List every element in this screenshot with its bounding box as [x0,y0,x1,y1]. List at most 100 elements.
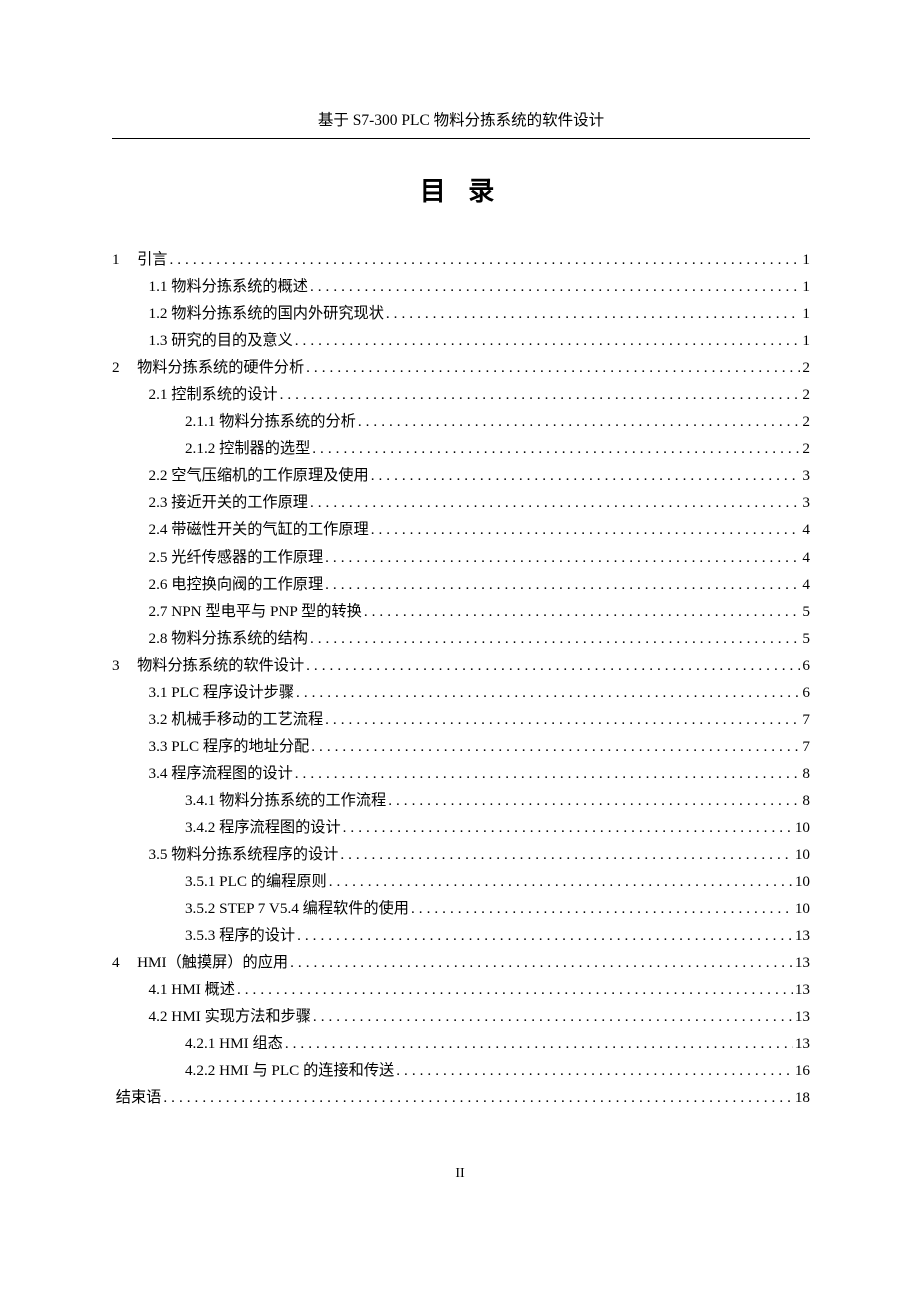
toc-entry-page: 7 [802,706,810,733]
toc-entry-page: 10 [795,895,810,922]
toc-leader-dots [325,571,800,598]
toc-entry-text: 物料分拣系统程序的设计 [171,841,338,868]
toc-entry: 2.7NPN 型电平与 PNP 型的转换5 [148,598,810,625]
table-of-contents: 1引言11.1物料分拣系统的概述11.2物料分拣系统的国内外研究现状11.3研究… [112,246,810,1112]
toc-entry-text: STEP 7 V5.4 编程软件的使用 [219,895,409,922]
toc-entry-page: 4 [802,516,810,543]
toc-leader-dots [310,625,800,652]
toc-entry: 3.5.3程序的设计 13 [185,922,810,949]
page-footer: II [0,1166,920,1182]
toc-leader-dots [358,408,801,435]
toc-entry-text: 物料分拣系统的国内外研究现状 [171,300,384,327]
toc-entry-page: 13 [795,922,810,949]
toc-entry-text: 物料分拣系统的结构 [171,625,308,652]
header-rule [112,138,810,139]
toc-entry-number: 4 [112,949,133,976]
toc-entry-number: 3.2 [148,706,167,733]
toc-title: 目 录 [112,171,810,208]
running-header: 基于 S7-300 PLC 物料分拣系统的软件设计 [112,108,810,138]
toc-entry-page: 6 [802,652,810,679]
toc-entry-number: 3.5.2 [185,895,215,922]
toc-entry: 4.2HMI 实现方法和步骤13 [148,1003,810,1030]
toc-entry: 3.3PLC 程序的地址分配7 [148,733,810,760]
toc-entry-number: 2.7 [148,598,167,625]
document-page: 基于 S7-300 PLC 物料分拣系统的软件设计 目 录 1引言11.1物料分… [0,0,920,1172]
toc-entry-text: 物料分拣系统的分析 [219,408,356,435]
toc-entry-text: 物料分拣系统的软件设计 [137,652,304,679]
toc-entry: 2.1.2控制器的选型2 [185,435,810,462]
toc-entry-number: 2.3 [148,489,167,516]
toc-entry-page: 2 [802,435,810,462]
toc-leader-dots [169,246,800,273]
toc-leader-dots [163,1084,792,1111]
toc-entry-text: 结束语 [116,1084,162,1111]
toc-entry-number: 3.5.3 [185,922,215,949]
toc-entry: 1.3研究的目的及意义1 [148,327,810,354]
toc-entry-page: 13 [795,1030,810,1057]
toc-entry-page: 10 [795,814,810,841]
toc-entry-page: 10 [795,868,810,895]
toc-entry-text: 引言 [137,246,167,273]
toc-entry-number: 3.4 [148,760,167,787]
toc-entry-number: 3.4.2 [185,814,215,841]
toc-entry-page: 4 [802,571,810,598]
toc-entry-text: 研究的目的及意义 [171,327,293,354]
toc-entry-text: 接近开关的工作原理 [171,489,308,516]
toc-entry-text: HMI（触摸屏）的应用 [137,949,288,976]
toc-entry-text: 物料分拣系统的硬件分析 [137,354,304,381]
toc-entry: 2.3接近开关的工作原理 3 [148,489,810,516]
toc-leader-dots [310,273,800,300]
toc-entry: 2.4带磁性开关的气缸的工作原理 4 [148,516,810,543]
toc-entry-page: 5 [802,598,810,625]
toc-entry-page: 8 [802,760,810,787]
toc-entry-page: 3 [802,489,810,516]
toc-leader-dots [290,949,793,976]
toc-entry-text: PLC 程序的地址分配 [171,733,309,760]
toc-entry-text: 带磁性开关的气缸的工作原理 [171,516,368,543]
toc-leader-dots [306,354,800,381]
toc-entry: 2.5光纤传感器的工作原理 4 [148,544,810,571]
toc-entry-number: 4.2.1 [185,1030,215,1057]
toc-entry: 3.1PLC 程序设计步骤6 [148,679,810,706]
toc-leader-dots [371,462,801,489]
toc-leader-dots [371,516,801,543]
toc-entry-number: 2.1 [148,381,167,408]
toc-leader-dots [296,679,800,706]
toc-entry-number: 2.6 [148,571,167,598]
toc-entry-text: 控制系统的设计 [171,381,277,408]
toc-entry-page: 3 [802,462,810,489]
toc-entry-page: 13 [795,976,810,1003]
toc-entry: 1引言1 [112,246,810,273]
toc-entry: 2.1.1物料分拣系统的分析2 [185,408,810,435]
toc-entry: 2.2空气压缩机的工作原理及使用3 [148,462,810,489]
toc-entry-number: 2.1.1 [185,408,215,435]
toc-entry-number: 3.4.1 [185,787,215,814]
toc-leader-dots [325,544,800,571]
toc-leader-dots [285,1030,793,1057]
toc-entry-number: 2.5 [148,544,167,571]
toc-entry-page: 4 [802,544,810,571]
toc-entry-text: HMI 与 PLC 的连接和传送 [219,1057,394,1084]
toc-entry-page: 7 [802,733,810,760]
toc-entry: 4.2.1HMI 组态13 [185,1030,810,1057]
toc-entry-number: 2.4 [148,516,167,543]
toc-leader-dots [297,922,793,949]
toc-entry-page: 1 [802,273,810,300]
toc-entry-text: 光纤传感器的工作原理 [171,544,323,571]
toc-entry-page: 8 [802,787,810,814]
toc-entry-number: 3.5.1 [185,868,215,895]
toc-entry-text: PLC 程序设计步骤 [171,679,294,706]
toc-entry-page: 16 [795,1057,810,1084]
toc-entry-number: 2 [112,354,133,381]
toc-entry-number: 2.8 [148,625,167,652]
toc-entry-text: 程序的设计 [219,922,295,949]
toc-entry: 4.2.2HMI 与 PLC 的连接和传送16 [185,1057,810,1084]
toc-entry-page: 13 [795,949,810,976]
toc-entry-text: HMI 概述 [171,976,235,1003]
toc-entry-page: 1 [802,246,810,273]
toc-entry-page: 5 [802,625,810,652]
toc-entry: 4.1HMI 概述13 [148,976,810,1003]
toc-leader-dots [310,489,800,516]
toc-entry-number: 3.1 [148,679,167,706]
toc-entry-text: PLC 的编程原则 [219,868,327,895]
